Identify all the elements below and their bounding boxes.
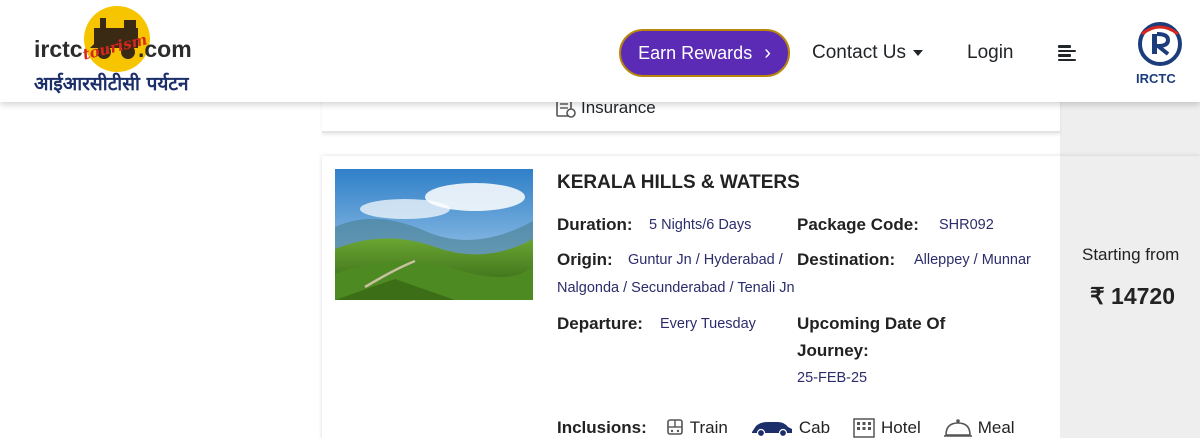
starting-from-label: Starting from	[1082, 245, 1180, 264]
package-card[interactable]: KERALA HILLS & WATERS Duration: 5 Nights…	[322, 156, 1200, 438]
destination-value: Alleppey / Munnar	[914, 252, 1031, 268]
inclusion-hotel-label: Hotel	[881, 418, 921, 437]
site-header: irctc tourism .com आईआरसीटीसी पर्यटन Ear…	[0, 0, 1200, 102]
chevron-right-icon: ›	[764, 42, 771, 64]
inclusion-meal-label: Meal	[977, 418, 1015, 437]
inclusion-train-label: Train	[689, 418, 728, 437]
irctc-logo[interactable]: IRCTC	[1130, 16, 1190, 88]
origin-label: Origin:	[557, 250, 613, 269]
package-price: ₹ 14720	[1090, 283, 1175, 309]
contact-us-label: Contact Us	[812, 42, 906, 63]
departure-label: Departure:	[557, 314, 643, 333]
earn-rewards-label: Earn Rewards	[638, 42, 753, 63]
destination-label: Destination:	[797, 250, 896, 269]
menu-icon[interactable]	[1058, 45, 1076, 61]
departure-value: Every Tuesday	[660, 316, 756, 332]
duration-value: 5 Nights/6 Days	[649, 217, 752, 233]
caret-down-icon	[912, 50, 923, 56]
logo-hindi-text: आईआरसीटीसी पर्यटन	[34, 73, 189, 95]
inclusion-train: Train	[665, 418, 728, 438]
cab-icon	[751, 422, 792, 438]
irctc-tourism-logo[interactable]: irctc tourism .com आईआरसीटीसी पर्यटन	[28, 4, 228, 98]
inclusion-hotel: Hotel	[852, 418, 921, 438]
inclusions-label: Inclusions:	[557, 418, 647, 437]
irctc-logo-text: IRCTC	[1136, 71, 1176, 86]
hotel-icon	[853, 418, 875, 438]
earn-rewards-button[interactable]: Earn Rewards ›	[619, 29, 790, 77]
duration-label: Duration:	[557, 215, 633, 234]
contact-us-dropdown[interactable]: Contact Us	[812, 42, 923, 64]
train-icon	[666, 419, 683, 435]
package-code-label: Package Code:	[797, 215, 919, 234]
package-thumbnail[interactable]	[335, 169, 533, 300]
origin-value-line2: Nalgonda / Secunderabad / Tenali Jn	[557, 280, 795, 296]
logo-word-irctc: irctc	[34, 36, 83, 62]
inclusion-cab-label: Cab	[798, 418, 831, 437]
upcoming-date-value: 25-FEB-25	[797, 370, 868, 386]
package-title[interactable]: KERALA HILLS & WATERS	[557, 172, 800, 194]
irctc-emblem-icon	[1138, 22, 1182, 66]
inclusion-cab: Cab	[750, 418, 830, 438]
inclusion-meal: Meal	[943, 418, 1015, 438]
logo-word-com: .com	[138, 36, 192, 62]
inclusions-row: Inclusions: Train Cab Hotel Meal	[557, 418, 1037, 438]
upcoming-date-label-line1: Upcoming Date Of	[797, 314, 946, 333]
origin-value-line1: Guntur Jn / Hyderabad /	[628, 252, 783, 268]
meal-icon	[943, 419, 972, 437]
package-code-value: SHR092	[939, 217, 994, 233]
tea-hills-image	[335, 169, 533, 300]
login-link[interactable]: Login	[967, 42, 1014, 64]
upcoming-date-label-line2: Journey:	[797, 341, 869, 360]
